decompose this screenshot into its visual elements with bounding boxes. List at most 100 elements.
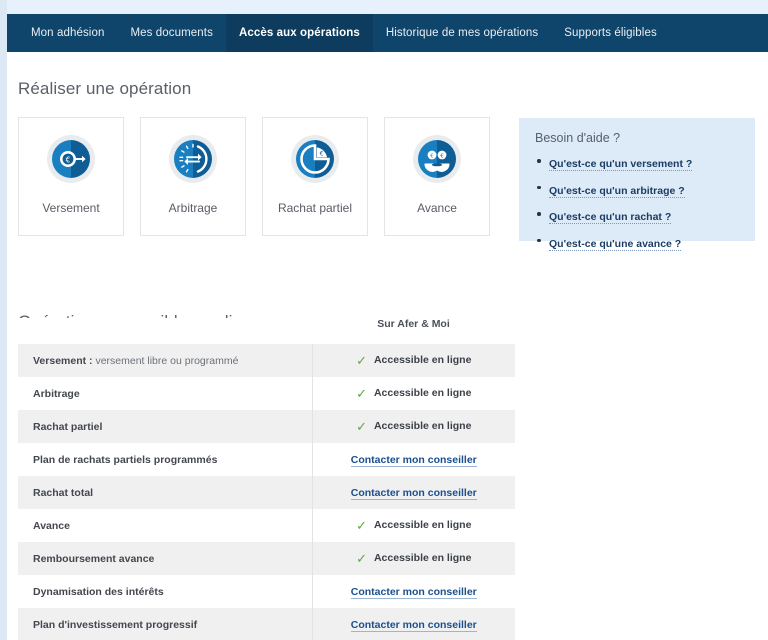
table-row: Rachat total Contacter mon conseiller	[18, 476, 515, 509]
table-body: Versement : versement libre ou programmé…	[18, 344, 515, 640]
operation-name: Rachat total	[33, 487, 93, 499]
operation-name: Arbitrage	[33, 388, 80, 400]
operation-card-avance[interactable]: € € Avance	[384, 117, 490, 236]
operations-table-wrapper: Sur Afer & Moi Versement : versement lib…	[18, 318, 515, 640]
help-list-item: Qu'est-ce qu'un versement ?	[535, 154, 755, 172]
status-label: Accessible en ligne	[374, 552, 471, 564]
table-cell-status: Contacter mon conseiller	[312, 575, 515, 608]
table-row: Rachat partiel ✓ Accessible en ligne	[18, 410, 515, 443]
nav-item-label: Mon adhésion	[31, 27, 104, 39]
table-head: Sur Afer & Moi	[18, 318, 515, 344]
operation-card-rachat-partiel[interactable]: € Rachat partiel	[262, 117, 368, 236]
svg-text:€: €	[440, 153, 444, 159]
help-link-list: Qu'est-ce qu'un versement ? Qu'est-ce qu…	[535, 154, 755, 252]
table-cell-status: ✓ Accessible en ligne	[312, 542, 515, 575]
operation-name: Remboursement avance	[33, 553, 154, 565]
svg-text:€: €	[430, 153, 434, 159]
status-accessible-online: ✓ Accessible en ligne	[356, 420, 471, 433]
help-box: Besoin d'aide ? Qu'est-ce qu'un versemen…	[519, 118, 755, 241]
table-cell-status: ✓ Accessible en ligne	[312, 509, 515, 542]
operation-card-versement[interactable]: € Versement	[18, 117, 124, 236]
status-label: Accessible en ligne	[374, 420, 471, 432]
hand-holding-coins-icon: € €	[413, 135, 461, 183]
nav-item-label: Supports éligibles	[564, 27, 657, 39]
left-edge-rail	[0, 0, 7, 640]
operations-table: Sur Afer & Moi Versement : versement lib…	[18, 318, 515, 640]
contact-advisor-link[interactable]: Contacter mon conseiller	[351, 454, 477, 467]
help-link-avance[interactable]: Qu'est-ce qu'une avance ?	[549, 238, 681, 251]
check-icon: ✓	[356, 354, 367, 367]
table-header-operation	[18, 318, 312, 344]
operation-name-detail: versement libre ou programmé	[93, 355, 239, 367]
table-cell-operation-label: Arbitrage	[18, 377, 312, 410]
check-icon: ✓	[356, 387, 367, 400]
nav-item-label: Historique de mes opérations	[386, 27, 538, 39]
help-box-title: Besoin d'aide ?	[535, 131, 755, 145]
table-cell-operation-label: Rachat partiel	[18, 410, 312, 443]
operation-card-label: Avance	[417, 201, 457, 215]
operation-card-label: Rachat partiel	[278, 201, 352, 215]
operation-name: Rachat partiel	[33, 421, 102, 433]
help-link-rachat[interactable]: Qu'est-ce qu'un rachat ?	[549, 211, 671, 224]
contact-advisor-link[interactable]: Contacter mon conseiller	[351, 487, 477, 500]
status-label: Accessible en ligne	[374, 519, 471, 531]
contact-advisor-link[interactable]: Contacter mon conseiller	[351, 586, 477, 599]
nav-item-supports-eligibles[interactable]: Supports éligibles	[551, 14, 670, 52]
table-cell-operation-label: Plan d'investissement progressif	[18, 608, 312, 640]
table-cell-status: Contacter mon conseiller	[312, 608, 515, 640]
operation-card-label: Versement	[42, 201, 99, 215]
table-row: Remboursement avance ✓ Accessible en lig…	[18, 542, 515, 575]
operation-name: Plan d'investissement progressif	[33, 619, 197, 631]
table-cell-operation-label: Avance	[18, 509, 312, 542]
operation-name: Avance	[33, 520, 70, 532]
nav-item-label: Mes documents	[130, 27, 212, 39]
status-accessible-online: ✓ Accessible en ligne	[356, 387, 471, 400]
check-icon: ✓	[356, 552, 367, 565]
nav-item-mon-adhesion[interactable]: Mon adhésion	[18, 14, 117, 52]
table-row: Arbitrage ✓ Accessible en ligne	[18, 377, 515, 410]
top-accent-strip	[0, 0, 768, 14]
table-row: Avance ✓ Accessible en ligne	[18, 509, 515, 542]
table-row: Dynamisation des intérêts Contacter mon …	[18, 575, 515, 608]
euro-coin-arrow-icon: €	[47, 135, 95, 183]
help-link-arbitrage[interactable]: Qu'est-ce qu'un arbitrage ?	[549, 185, 685, 198]
main-navigation: Mon adhésion Mes documents Accès aux opé…	[7, 14, 768, 52]
table-cell-status: Contacter mon conseiller	[312, 476, 515, 509]
operation-card-label: Arbitrage	[169, 201, 218, 215]
nav-item-acces-aux-operations[interactable]: Accès aux opérations	[226, 14, 373, 52]
check-icon: ✓	[356, 420, 367, 433]
status-accessible-online: ✓ Accessible en ligne	[356, 552, 471, 565]
page-content: Réaliser une opération € Versement	[7, 52, 768, 640]
table-cell-status: ✓ Accessible en ligne	[312, 410, 515, 443]
table-cell-status: ✓ Accessible en ligne	[312, 344, 515, 377]
operation-name: Plan de rachats partiels programmés	[33, 454, 217, 466]
status-label: Accessible en ligne	[374, 354, 471, 366]
table-row: Versement : versement libre ou programmé…	[18, 344, 515, 377]
operation-name: Versement :	[33, 355, 93, 367]
table-cell-status: Contacter mon conseiller	[312, 443, 515, 476]
status-accessible-online: ✓ Accessible en ligne	[356, 354, 471, 367]
table-cell-operation-label: Dynamisation des intérêts	[18, 575, 312, 608]
table-header-sur-afer-et-moi: Sur Afer & Moi	[312, 318, 515, 344]
exchange-arrows-icon	[169, 135, 217, 183]
help-list-item: Qu'est-ce qu'un rachat ?	[535, 207, 755, 225]
svg-text:€: €	[320, 151, 324, 158]
table-cell-operation-label: Rachat total	[18, 476, 312, 509]
table-row: Plan de rachats partiels programmés Cont…	[18, 443, 515, 476]
table-cell-operation-label: Plan de rachats partiels programmés	[18, 443, 312, 476]
page-title-realiser-une-operation: Réaliser une opération	[18, 79, 768, 99]
table-cell-operation-label: Versement : versement libre ou programmé	[18, 344, 312, 377]
contact-advisor-link[interactable]: Contacter mon conseiller	[351, 619, 477, 632]
table-header-row: Sur Afer & Moi	[18, 318, 515, 344]
operation-name: Dynamisation des intérêts	[33, 586, 164, 598]
operation-card-arbitrage[interactable]: Arbitrage	[140, 117, 246, 236]
check-icon: ✓	[356, 519, 367, 532]
nav-item-historique-de-mes-operations[interactable]: Historique de mes opérations	[373, 14, 551, 52]
nav-item-mes-documents[interactable]: Mes documents	[117, 14, 225, 52]
table-cell-status: ✓ Accessible en ligne	[312, 377, 515, 410]
operation-cards-row: € Versement	[18, 117, 490, 236]
help-link-versement[interactable]: Qu'est-ce qu'un versement ?	[549, 158, 692, 171]
nav-item-label: Accès aux opérations	[239, 27, 360, 39]
help-list-item: Qu'est-ce qu'un arbitrage ?	[535, 181, 755, 199]
status-label: Accessible en ligne	[374, 387, 471, 399]
